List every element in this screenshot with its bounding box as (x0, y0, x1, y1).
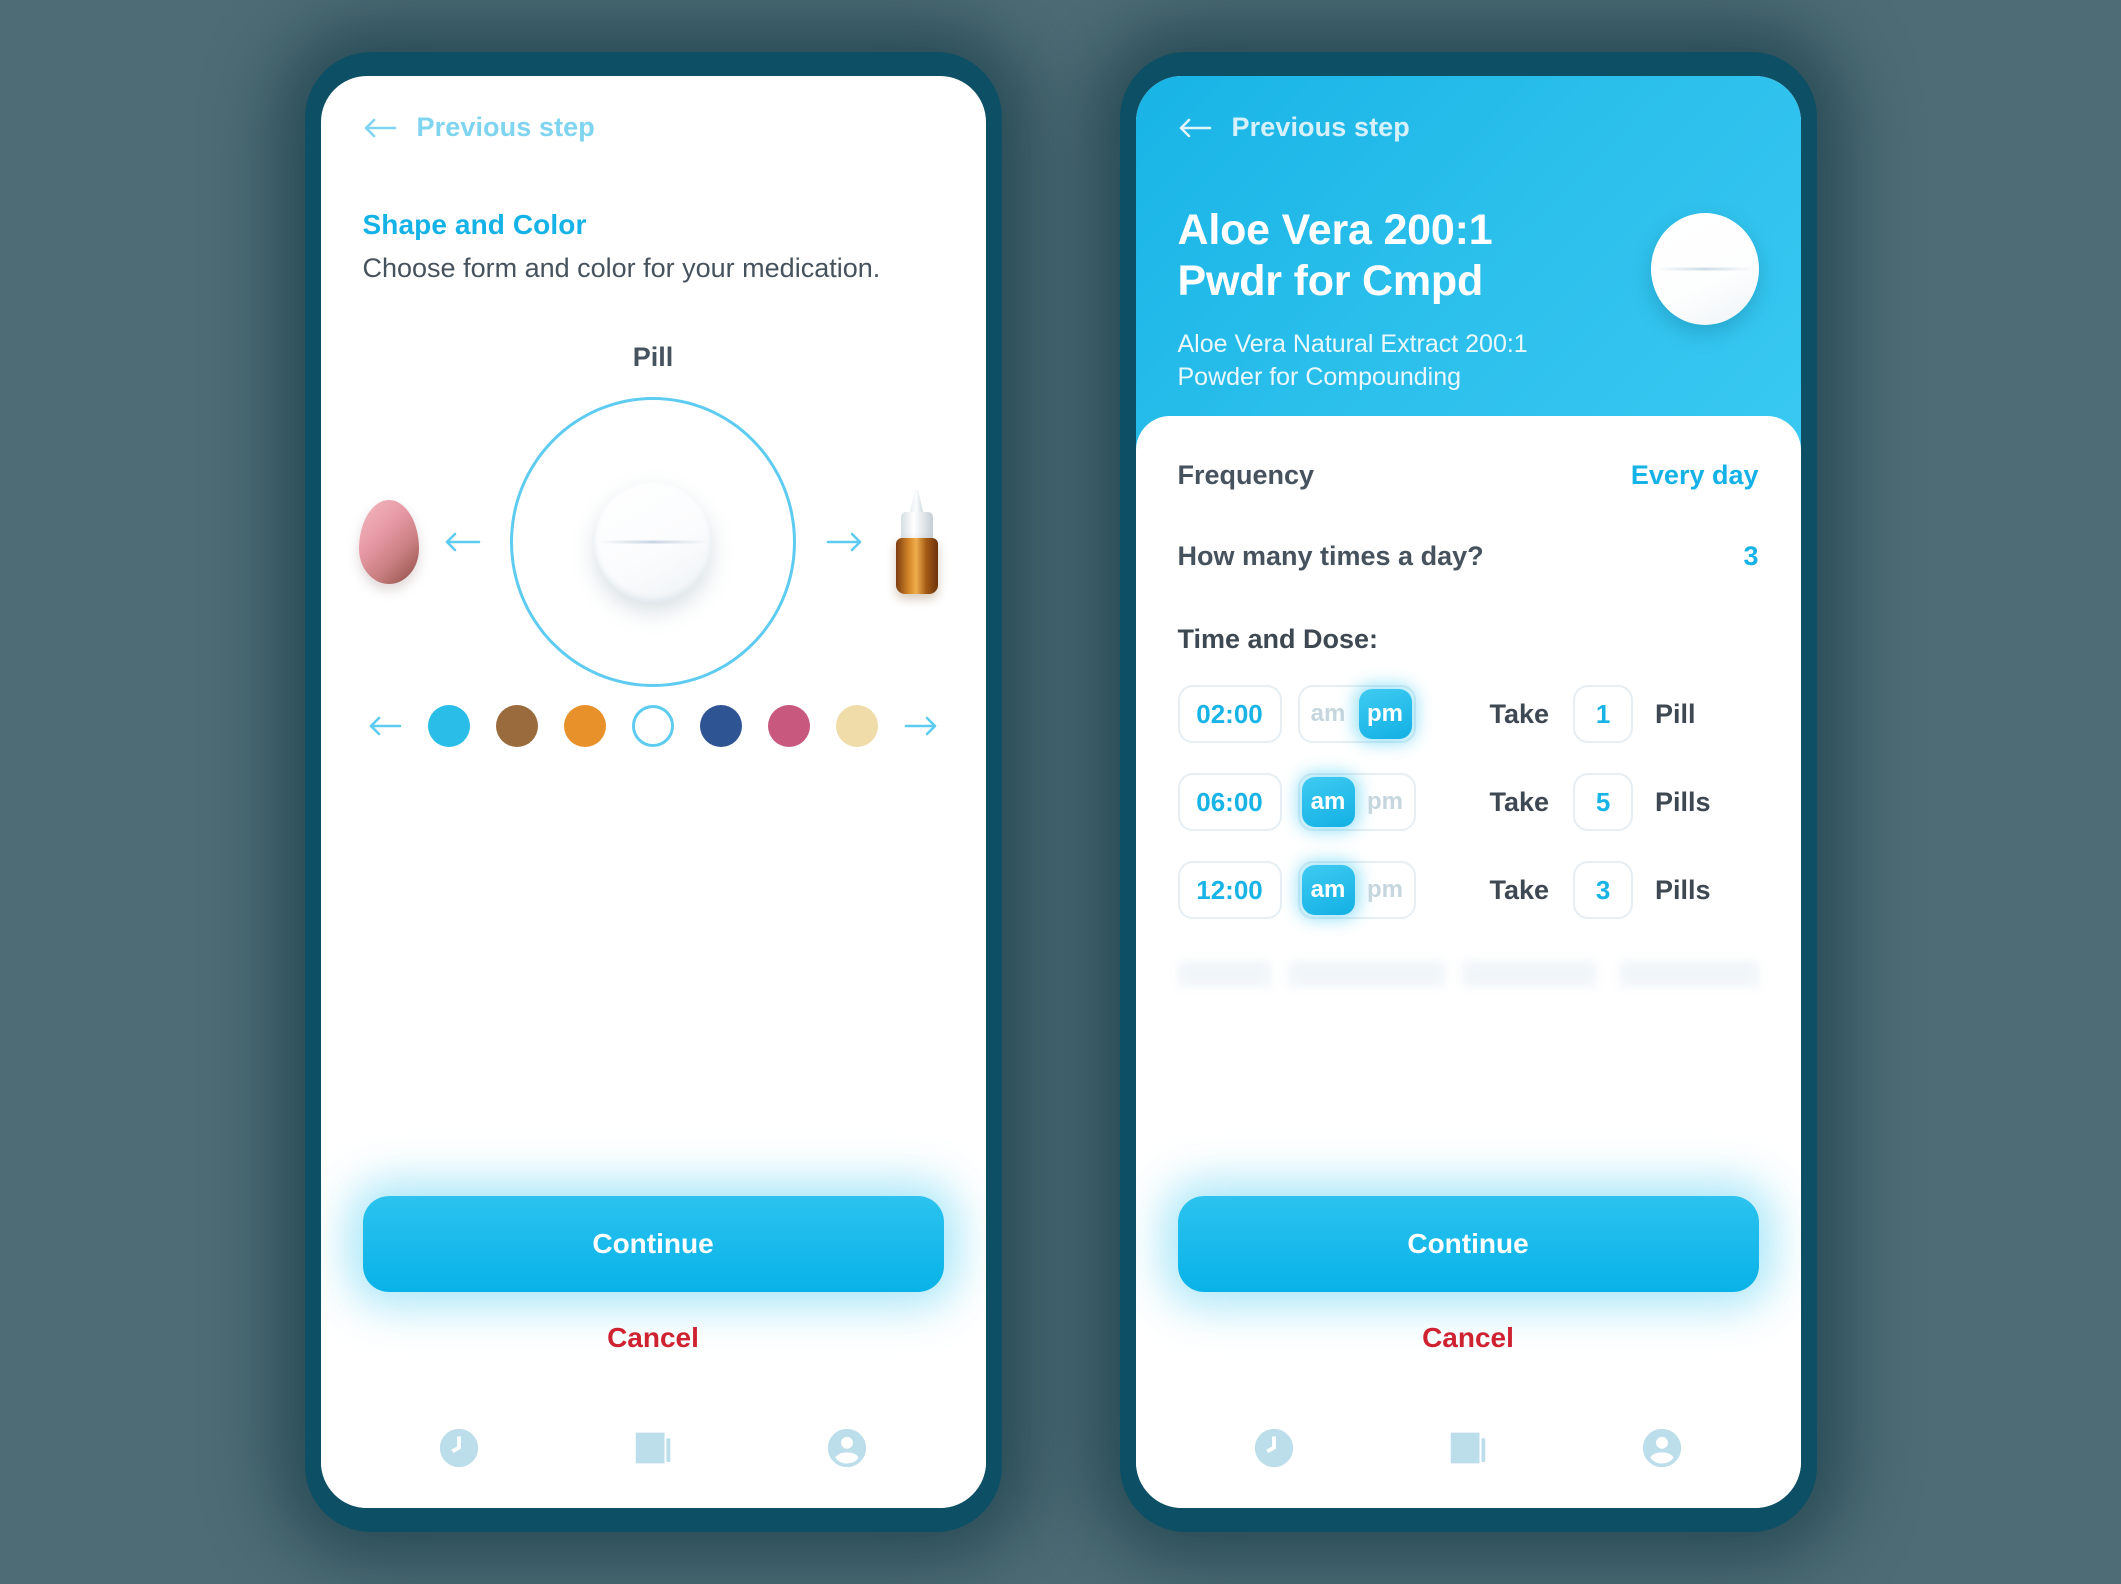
obscured-text-row (1177, 961, 1759, 988)
meridiem-option-am[interactable]: am (1302, 689, 1355, 739)
white-scored-pill-icon (594, 482, 712, 602)
screen-schedule: Previous step Aloe Vera 200:1 Pwdr for C… (1135, 76, 1801, 1508)
arrow-left-icon[interactable] (1178, 115, 1212, 141)
color-swatch-orange[interactable] (564, 705, 606, 747)
carousel-next-arrow-icon[interactable] (826, 528, 864, 556)
selected-form-label: Pill (632, 342, 674, 372)
meridiem-toggle[interactable]: am pm (1297, 685, 1416, 744)
meridiem-option-pm[interactable]: pm (1359, 777, 1412, 827)
take-label: Take (1489, 786, 1550, 817)
color-swatch-navy[interactable] (700, 705, 742, 747)
nasal-spray-bottle-icon[interactable] (892, 490, 942, 594)
setting-value[interactable]: 3 (1743, 541, 1758, 572)
dose-unit-label: Pills (1655, 874, 1711, 905)
medication-name: Aloe Vera 200:1 Pwdr for Cmpd (1177, 206, 1493, 305)
phone-left: Previous step Shape and Color Choose for… (304, 52, 1002, 1532)
phone-right: Previous step Aloe Vera 200:1 Pwdr for C… (1119, 52, 1817, 1532)
cancel-button[interactable]: Cancel (1178, 1322, 1759, 1354)
color-swatch-brown[interactable] (496, 705, 538, 747)
dose-unit-label: Pill (1655, 698, 1696, 729)
scroll-fade (362, 1126, 944, 1196)
journal-icon[interactable] (1445, 1425, 1491, 1471)
meridiem-option-pm[interactable]: pm (1358, 689, 1412, 740)
screen-shape-and-color: Previous step Shape and Color Choose for… (320, 76, 986, 1508)
dose-count-input[interactable]: 5 (1573, 773, 1634, 832)
color-swatch-pink[interactable] (768, 705, 810, 747)
clock-icon[interactable] (1251, 1425, 1297, 1471)
page-title: Shape and Color (362, 209, 587, 240)
color-next-arrow-icon[interactable] (904, 713, 938, 739)
medication-info: Aloe Vera 200:1 Pwdr for Cmpd Aloe Vera … (1136, 143, 1801, 394)
meridiem-option-pm[interactable]: pm (1359, 865, 1412, 915)
bottom-navbar[interactable] (1178, 1388, 1759, 1508)
schedule-card: Frequency Every day How many times a day? 3… (1135, 416, 1801, 988)
meridiem-option-am[interactable]: am (1301, 865, 1355, 916)
setting-label: Frequency (1177, 460, 1315, 491)
dose-count-input[interactable]: 1 (1573, 685, 1634, 744)
setting-label: How many times a day? (1177, 541, 1484, 572)
take-label: Take (1489, 874, 1550, 905)
dose-unit-label: Pills (1655, 786, 1711, 817)
time-input[interactable]: 12:00 (1177, 861, 1282, 920)
dose-row: 12:00 am pm Take 3 Pills (1177, 861, 1759, 920)
setting-row[interactable]: How many times a day? 3 (1178, 541, 1759, 572)
time-input[interactable]: 06:00 (1177, 773, 1282, 832)
scroll-fade (1177, 1126, 1759, 1196)
white-scored-pill-icon (1650, 213, 1759, 325)
footer-left: Continue Cancel (320, 1126, 986, 1508)
dose-row: 02:00 am pm Take 1 Pill (1177, 685, 1759, 744)
section-header: Shape and Color Choose form and color fo… (321, 143, 986, 284)
color-swatch-cyan[interactable] (428, 705, 470, 747)
bottom-navbar[interactable] (363, 1388, 944, 1508)
medication-header: Previous step Aloe Vera 200:1 Pwdr for C… (1135, 76, 1801, 451)
prev-form-preview[interactable] (358, 500, 419, 584)
previous-step-label[interactable]: Previous step (1232, 112, 1410, 143)
meridiem-option-am[interactable]: am (1301, 777, 1355, 828)
medication-description: Aloe Vera Natural Extract 200:1 Powder f… (1177, 330, 1528, 392)
previous-step-label[interactable]: Previous step (417, 112, 595, 143)
continue-button[interactable]: Continue (1177, 1196, 1759, 1292)
journal-icon[interactable] (630, 1425, 676, 1471)
meridiem-toggle[interactable]: am pm (1297, 773, 1416, 832)
setting-row[interactable]: Frequency Every day (1178, 460, 1759, 491)
next-form-preview[interactable] (892, 490, 942, 594)
time-input[interactable]: 02:00 (1177, 685, 1282, 744)
topbar-left[interactable]: Previous step (321, 76, 986, 143)
setting-value[interactable]: Every day (1631, 460, 1759, 491)
color-prev-arrow-icon[interactable] (368, 713, 402, 739)
cancel-button[interactable]: Cancel (363, 1322, 944, 1354)
color-swatch-white[interactable] (632, 705, 674, 747)
arrow-left-icon[interactable] (363, 115, 397, 141)
pink-egg-capsule-icon[interactable] (358, 500, 419, 584)
selected-form-ring (510, 397, 796, 687)
carousel-prev-arrow-icon[interactable] (443, 528, 481, 556)
clock-icon[interactable] (436, 1425, 482, 1471)
footer-right: Continue Cancel (1135, 1126, 1801, 1508)
form-carousel[interactable] (321, 397, 986, 687)
dose-count-input[interactable]: 3 (1573, 861, 1634, 920)
screenshot-stage: Previous step Shape and Color Choose for… (0, 0, 2121, 1584)
topbar-right[interactable]: Previous step (1136, 76, 1801, 143)
page-subtitle: Choose form and color for your medicatio… (362, 253, 881, 283)
meridiem-toggle[interactable]: am pm (1297, 861, 1416, 920)
continue-button[interactable]: Continue (362, 1196, 944, 1292)
time-and-dose-title: Time and Dose: (1177, 624, 1379, 655)
profile-icon[interactable] (1639, 1425, 1685, 1471)
dose-row: 06:00 am pm Take 5 Pills (1177, 773, 1759, 832)
color-swatch-row[interactable] (321, 705, 986, 747)
profile-icon[interactable] (824, 1425, 870, 1471)
color-swatch-cream[interactable] (836, 705, 878, 747)
take-label: Take (1489, 698, 1550, 729)
